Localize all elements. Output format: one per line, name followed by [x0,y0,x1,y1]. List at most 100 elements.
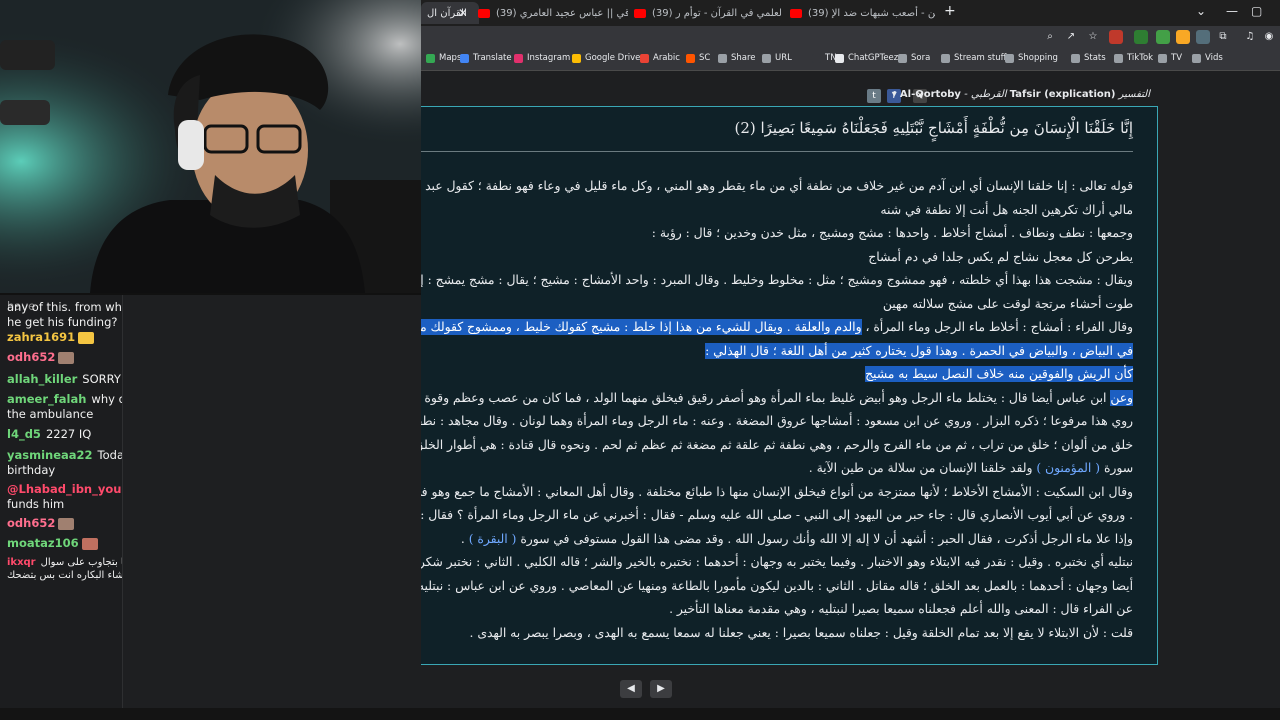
bookmark-tn[interactable]: TN [812,53,837,63]
share-page-icon[interactable]: ↗ [1064,30,1078,44]
surah-link[interactable]: ( البقرة ) [469,531,517,547]
bookmark-label: SC [699,53,711,63]
chat-emote-icon [58,517,75,530]
zoom-icon[interactable]: ⌕ [1043,30,1057,44]
bookmark-favicon-icon [718,53,727,63]
bookmark-favicon-icon [1114,53,1123,63]
surah-link[interactable]: ( المؤمنون ) [1036,460,1100,476]
bookmark-favicon-icon [1071,53,1080,63]
tafsir-line: قوله تعالى : إنا خلقنا الإنسان أي ابن آد… [421,175,1133,199]
bookmark-favicon-icon [1192,53,1201,63]
bookmark-instagram[interactable]: Instagram [514,53,570,63]
chat-username[interactable]: moataz106 [7,536,79,550]
bookmark-favicon-icon [686,53,695,63]
bookmark-sc[interactable]: SC [686,53,710,63]
bookmark-label: ChatGPTeez [848,53,899,63]
bookmark-stats[interactable]: Stats [1071,53,1106,63]
bookmark-favicon-icon [835,53,844,63]
tab-youtube-3[interactable]: (39) دين و طين - أصعب شبهات ضد الإ [790,2,935,24]
close-tab-icon[interactable]: ✕ [452,2,466,24]
highlighted-text: والدم والعلقة . ويقال للشيء من هذا إذا خ… [421,319,862,335]
tafsir-title[interactable]: ▾ Al-Qortoby - القرطبي Tafsir (explicati… [892,89,1150,100]
tafsir-author: Al-Qortoby [899,89,961,100]
bookmark-favicon-icon [514,53,523,63]
bookmark-shopping[interactable]: Shopping [1005,53,1058,63]
extension-green-icon[interactable] [1134,30,1148,44]
chat-message: yasmineaa22Today is my birthday [7,448,122,478]
chat-username[interactable]: yasmineaa22 [7,448,93,462]
tafsir-body: قوله تعالى : إنا خلقنا الإنسان أي ابن آد… [421,175,1133,645]
chat-username[interactable]: ikxqr [7,557,36,568]
extension-green2-icon[interactable] [1156,30,1170,44]
youtube-icon [478,8,490,18]
chat-username[interactable]: allah_killer [7,372,77,386]
bookmark-url[interactable]: URL [762,53,792,63]
bookmark-tiktok[interactable]: TikTok [1114,53,1153,63]
bookmark-vids[interactable]: Vids [1192,53,1223,63]
bookmark-google-drive[interactable]: Google Drive [572,53,640,63]
chat-message: l4_d5 2227 IQ [7,427,122,442]
bookmark-translate[interactable]: Translate [460,53,512,63]
chat-username[interactable]: l4_d5 [7,427,41,441]
minimize-button[interactable]: — [1226,4,1238,18]
twitter-share-icon[interactable]: t [867,89,881,103]
media-controls-icon[interactable]: ♫ [1243,30,1257,44]
tafsir-line: وعن ابن عباس أيضا قال : يختلط ماء الرجل … [421,387,1133,411]
bookmark-label: TikTok [1127,53,1154,63]
bookmark-tv[interactable]: TV [1158,53,1182,63]
bookmark-star-icon[interactable]: ☆ [1086,30,1100,44]
webcam-feed [0,0,421,295]
chat-username[interactable]: zahra1691 [7,330,75,344]
tab-quran-tafsir[interactable]: القرآن ال [421,2,479,24]
pagination: ◀ ▶ [620,680,672,698]
bookmark-favicon-icon [426,53,435,63]
bookmark-label: Vids [1205,53,1223,63]
tafsir-text: طوت أحشاء مرتجة لوقت على مشج سلالته مهين [882,296,1133,311]
youtube-icon [790,8,802,18]
bookmark-favicon-icon [572,53,581,63]
extensions-puzzle-icon[interactable]: ⧉ [1216,30,1230,44]
tab-title: (39) الإعجاز العلمي في القرآن - توأم ر..… [652,7,782,19]
bookmark-stream-stuff[interactable]: Stream stuff [941,53,1006,63]
chat-message: moataz106 [7,536,122,551]
tafsir-line: ويقال : مشجت هذا بهذا أي خلطته ، فهو ممش… [421,269,1133,293]
bookmark-share[interactable]: Share [718,53,756,63]
tafsir-text: قلت : لأن الابتلاء لا يقع إلا بعد تمام ا… [469,625,1133,640]
profile-icon[interactable]: ◉ [1262,30,1276,44]
chat-username[interactable]: odh652 [7,350,55,364]
chat-username[interactable]: @Lhabad_ibn_youssef [7,482,122,496]
next-page-button[interactable]: ▶ [650,680,672,698]
tafsir-text: ولقد خلقنا الإنسان من سلالة من طين الآية… [808,461,1037,475]
extension-red-icon[interactable] [1109,30,1123,44]
tafsir-line: أيضا وجهان : أحدهما : بالعمل بعد الخلق ؛… [421,575,1133,599]
stream-chat: Pakistani kubshim doesn't haveany of thi… [0,290,123,708]
bookmark-label: Stats [1084,53,1106,63]
tafsir-text: روي هذا مرفوعا ؛ ذكره البزار . وروي عن ا… [421,414,1133,428]
tafsir-text: . وروي عن أبي أيوب الأنصاري قال : جاء حب… [421,508,1133,522]
chat-message: odh652 [7,350,122,365]
bookmark-chatgpteez[interactable]: ChatGPTeez [835,53,898,63]
maximize-button[interactable]: ▢ [1251,4,1262,18]
tafsir-header: t f ✕ ▾ Al-Qortoby - القرطبي Tafsir (exp… [421,86,1158,106]
prev-page-button[interactable]: ◀ [620,680,642,698]
highlighted-text: في البياض ، والبياض في الحمرة . وهذا قول… [705,342,1133,359]
bookmark-arabic[interactable]: Arabic [640,53,680,63]
tafsir-text: ابن عباس أيضا قال : يختلط ماء الرجل وهو … [421,390,1107,405]
chat-username[interactable]: ameer_falah [7,392,86,406]
chat-message: odh652 [7,516,122,531]
bookmark-label: Google Drive [585,53,641,63]
tab-youtube-2[interactable]: (39) الإعجاز العلمي في القرآن - توأم ر..… [634,2,782,24]
tafsir-line: وجمعها : نطف ونطاف . أمشاج أخلاط . واحده… [421,222,1133,246]
tab-youtube-1[interactable]: (39) اجمل ساقي || عباس عجيد العامري [478,2,628,24]
extension-yellow-icon[interactable] [1176,30,1190,44]
chat-message: ikxqrحصي انت ما بتجاوب على سوال عشاء الب… [7,556,122,582]
bookmark-sora[interactable]: Sora [898,53,930,63]
chat-username[interactable]: odh652 [7,516,55,530]
tab-search-chevron-icon[interactable]: ⌄ [1196,4,1206,18]
new-tab-button[interactable]: + [944,3,956,19]
tafsir-line: وقال الفراء : أمشاج : أخلاط ماء الرجل وم… [421,316,1133,340]
bookmark-maps[interactable]: Maps [426,53,461,63]
tafsir-line: طوت أحشاء مرتجة لوقت على مشج سلالته مهين [421,293,1133,317]
bookmark-favicon-icon [941,53,950,63]
extension-grey-icon[interactable] [1196,30,1210,44]
